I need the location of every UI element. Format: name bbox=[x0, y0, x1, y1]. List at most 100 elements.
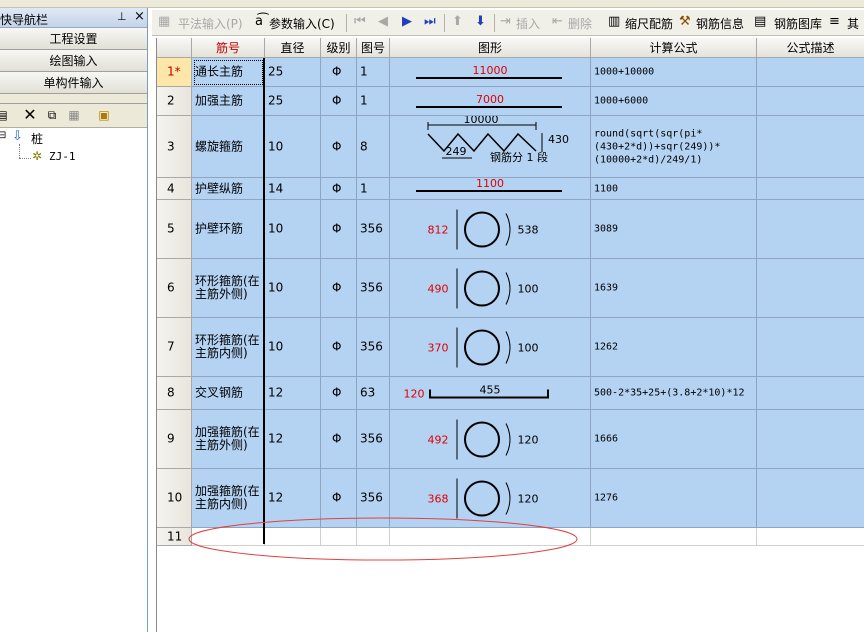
cell-desc[interactable] bbox=[757, 377, 864, 410]
cell-name[interactable]: 环形箍筋(在主筋内侧) bbox=[192, 318, 265, 377]
cell-code[interactable]: 1 bbox=[357, 58, 390, 87]
tree-root-label[interactable]: 桩 bbox=[31, 130, 43, 147]
prev-record-icon[interactable]: ◀ bbox=[378, 14, 388, 29]
cell-formula[interactable]: 3089 bbox=[591, 200, 757, 259]
cell-formula[interactable]: 1639 bbox=[591, 259, 757, 318]
cell-shape[interactable]: 1100 bbox=[390, 178, 591, 200]
more-button[interactable]: 其 bbox=[847, 15, 859, 32]
copy-icon[interactable]: ⧉ bbox=[44, 107, 60, 123]
cell-formula[interactable]: 1276 bbox=[591, 469, 757, 528]
nav-single-component-input[interactable]: 单构件输入 bbox=[0, 72, 147, 94]
header-bar-name[interactable]: 筋号 bbox=[192, 38, 265, 58]
cell-desc[interactable] bbox=[757, 318, 864, 377]
cell-desc[interactable] bbox=[757, 259, 864, 318]
cell-dia[interactable]: 10 bbox=[265, 200, 321, 259]
cell-desc[interactable] bbox=[757, 178, 864, 200]
cell-grade[interactable]: Φ bbox=[321, 87, 357, 116]
row-number[interactable]: 2 bbox=[157, 87, 192, 116]
next-record-icon[interactable]: ▶ bbox=[402, 14, 412, 29]
cell-grade[interactable]: Φ bbox=[321, 377, 357, 410]
cell-formula[interactable]: 1000+10000 bbox=[591, 58, 757, 87]
cell-formula[interactable]: 1262 bbox=[591, 318, 757, 377]
row-number[interactable]: 4 bbox=[157, 178, 192, 200]
tree-child-label[interactable]: ZJ-1 bbox=[49, 150, 76, 163]
cell-name[interactable]: 加强主筋 bbox=[192, 87, 265, 116]
delete-icon[interactable]: ✕ bbox=[22, 107, 38, 123]
cell-dia[interactable]: 25 bbox=[265, 58, 321, 87]
cell-dia[interactable]: 12 bbox=[265, 410, 321, 469]
param-input-button[interactable]: 参数输入(C) bbox=[269, 15, 335, 32]
row-number[interactable]: 3 bbox=[157, 116, 192, 178]
move-down-icon[interactable]: ⬇ bbox=[475, 14, 486, 29]
cell-grade[interactable]: Φ bbox=[321, 200, 357, 259]
cell-formula[interactable]: 1000+6000 bbox=[591, 87, 757, 116]
cell-code[interactable]: 1 bbox=[357, 178, 390, 200]
header-formula[interactable]: 计算公式 bbox=[591, 38, 757, 58]
cell-code[interactable]: 356 bbox=[357, 200, 390, 259]
cell-desc[interactable] bbox=[757, 469, 864, 528]
cell-desc[interactable] bbox=[757, 528, 864, 546]
row-number[interactable]: 1* bbox=[157, 58, 192, 87]
insert-button[interactable]: 插入 bbox=[516, 15, 540, 32]
header-grade[interactable]: 级别 bbox=[321, 38, 357, 58]
cell-shape[interactable]: 370 100 bbox=[390, 318, 591, 377]
cell-formula[interactable]: 1100 bbox=[591, 178, 757, 200]
cell-dia[interactable]: 14 bbox=[265, 178, 321, 200]
last-record-icon[interactable]: ⏭ bbox=[424, 14, 436, 29]
cell-desc[interactable] bbox=[757, 87, 864, 116]
cell-shape[interactable]: 490 100 bbox=[390, 259, 591, 318]
cell-grade[interactable]: Φ bbox=[321, 178, 357, 200]
cell-shape[interactable]: 7000 bbox=[390, 87, 591, 116]
header-shape-code[interactable]: 图号 bbox=[357, 38, 390, 58]
row-number[interactable]: 6 bbox=[157, 259, 192, 318]
cell-shape[interactable]: 492 120 bbox=[390, 410, 591, 469]
cell-dia[interactable]: 10 bbox=[265, 116, 321, 178]
cell-desc[interactable] bbox=[757, 116, 864, 178]
collapse-icon[interactable]: ⊟ bbox=[0, 130, 6, 141]
new-icon[interactable]: ▤ bbox=[0, 107, 10, 123]
scale-rebar-button[interactable]: 缩尺配筋 bbox=[625, 15, 673, 32]
cell-grade[interactable]: Φ bbox=[321, 58, 357, 87]
cell-name[interactable]: 通长主筋 bbox=[192, 58, 265, 87]
cell-code[interactable]: 356 bbox=[357, 259, 390, 318]
first-record-icon[interactable]: ⏮ bbox=[354, 14, 366, 29]
cell-code[interactable]: 356 bbox=[357, 318, 390, 377]
cell-dia[interactable]: 12 bbox=[265, 377, 321, 410]
cell-name[interactable]: 护壁纵筋 bbox=[192, 178, 265, 200]
cell-formula[interactable]: round(sqrt(sqr(pi*(430+2*d))+sqr(249))*(… bbox=[591, 116, 757, 178]
move-up-icon[interactable]: ⬆ bbox=[452, 14, 463, 29]
close-icon[interactable]: × bbox=[134, 9, 145, 24]
cell-desc[interactable] bbox=[757, 410, 864, 469]
cell-grade[interactable]: Φ bbox=[321, 318, 357, 377]
cell-shape[interactable]: 812 538 bbox=[390, 200, 591, 259]
header-formula-desc[interactable]: 公式描述 bbox=[757, 38, 864, 58]
cell-formula[interactable] bbox=[591, 528, 757, 546]
cell-desc[interactable] bbox=[757, 200, 864, 259]
cell-dia[interactable]: 10 bbox=[265, 259, 321, 318]
cell-code[interactable]: 8 bbox=[357, 116, 390, 178]
cell-name[interactable]: 加强箍筋(在主筋外侧) bbox=[192, 410, 265, 469]
header-diameter[interactable]: 直径(mm) bbox=[265, 38, 321, 75]
cell-shape[interactable]: 11000 bbox=[390, 58, 591, 87]
cell-grade[interactable]: Φ bbox=[321, 116, 357, 178]
cell-dia[interactable]: 25 bbox=[265, 87, 321, 116]
cell-desc[interactable] bbox=[757, 58, 864, 87]
cell-formula[interactable]: 1666 bbox=[591, 410, 757, 469]
cell-name[interactable]: 环形箍筋(在主筋外侧) bbox=[192, 259, 265, 318]
cell-grade[interactable]: Φ bbox=[321, 410, 357, 469]
pin-icon[interactable]: ⊥ bbox=[117, 10, 127, 23]
rebar-info-button[interactable]: 钢筋信息 bbox=[696, 15, 744, 32]
cell-shape[interactable]: 10000 430 249 钢筋分 1 段 bbox=[390, 116, 591, 178]
cell-shape[interactable]: 120 455 bbox=[390, 377, 591, 410]
row-number[interactable]: 8 bbox=[157, 377, 192, 410]
cell-dia[interactable]: 10 bbox=[265, 318, 321, 377]
header-shape[interactable]: 图形 bbox=[390, 38, 591, 58]
cell-name[interactable]: 螺旋箍筋 bbox=[192, 116, 265, 178]
rebar-library-button[interactable]: 钢筋图库 bbox=[774, 15, 822, 32]
cell-code[interactable]: 1 bbox=[357, 87, 390, 116]
cell-grade[interactable]: Φ bbox=[321, 259, 357, 318]
row-number[interactable]: 7 bbox=[157, 318, 192, 377]
nav-drawing-input[interactable]: 绘图输入 bbox=[0, 50, 147, 72]
delete-button[interactable]: 删除 bbox=[568, 15, 592, 32]
cell-name[interactable]: 交叉钢筋 bbox=[192, 377, 265, 410]
